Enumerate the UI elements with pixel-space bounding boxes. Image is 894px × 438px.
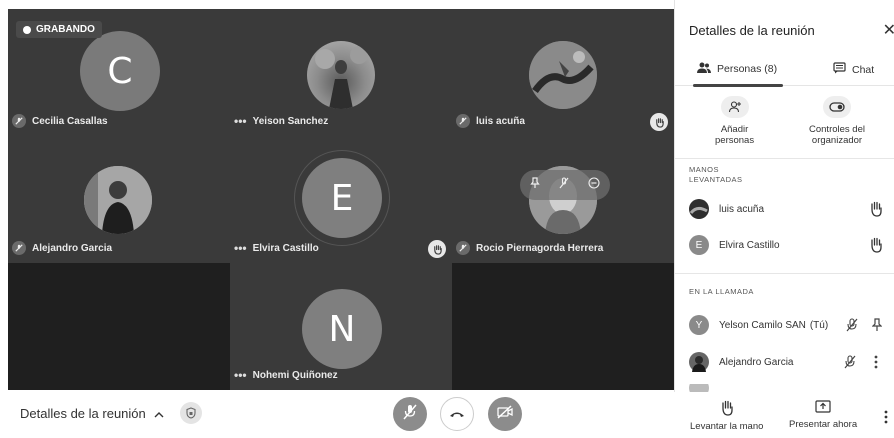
mic-off-icon: [12, 114, 26, 128]
participant-name: Yelson Camilo SAN...: [719, 319, 806, 331]
camera-off-icon: [497, 404, 513, 424]
avatar: C: [80, 31, 160, 111]
present-screen-icon: [815, 400, 831, 417]
participant-name-row: Cecilia Casallas: [12, 114, 108, 128]
participant-name: luis acuña: [476, 115, 525, 127]
raised-hand-icon: [650, 113, 668, 131]
avatar: E: [689, 235, 709, 255]
avatar: [689, 199, 709, 219]
avatar: [689, 384, 709, 392]
mute-participant-icon[interactable]: [559, 176, 569, 194]
self-tag: (Tú): [809, 319, 829, 331]
avatar: E: [302, 158, 382, 238]
video-tile[interactable]: ••• Yeison Sanchez: [230, 9, 452, 136]
panel-tabs: Personas (8) Chat: [675, 56, 894, 87]
active-tab-indicator: [693, 84, 783, 87]
divider: [675, 158, 894, 159]
section-label-in-call: EN LA LLAMADA: [689, 287, 754, 296]
avatar: [529, 41, 597, 109]
participant-name: Yeison Sanchez: [252, 115, 329, 127]
list-item[interactable]: Alejandro Garcia: [689, 350, 885, 374]
participant-name: luis acuña: [719, 203, 765, 215]
video-tile[interactable]: N ••• Nohemi Quiñonez: [230, 263, 452, 390]
section-label-raised-hands: MANOS LEVANTADAS: [689, 165, 743, 184]
panel-title: Detalles de la reunión: [689, 23, 815, 38]
raised-hand-icon: [867, 237, 885, 253]
remove-participant-icon[interactable]: [588, 176, 600, 194]
avatar: [307, 41, 375, 109]
participant-name: Elvira Castillo: [252, 242, 319, 254]
participant-name-row: ••• Nohemi Quiñonez: [234, 368, 338, 382]
mic-off-icon: [403, 404, 417, 425]
tile-hover-controls: [520, 170, 610, 200]
add-people-button[interactable]: Añadir personas: [715, 96, 754, 146]
participant-name: Nohemi Quiñonez: [252, 369, 338, 381]
present-now-button[interactable]: Presentar ahora: [789, 400, 857, 430]
video-tile[interactable]: Rocio Piernagorda Herrera: [452, 136, 674, 263]
camera-toggle-button[interactable]: [488, 397, 522, 431]
recording-badge: GRABANDO: [16, 21, 102, 38]
raised-hand-icon: [867, 201, 885, 217]
more-options-icon[interactable]: [884, 410, 888, 429]
add-person-icon: [720, 96, 749, 118]
raise-hand-button[interactable]: Levantar la mano: [690, 400, 763, 432]
participant-name: Alejandro Garcia: [32, 242, 113, 254]
meeting-details-panel: Detalles de la reunión ✕ Personas (8) Ch…: [674, 0, 894, 392]
security-shield-icon[interactable]: [180, 402, 202, 424]
avatar: [84, 166, 152, 234]
meeting-details-button[interactable]: Detalles de la reunión: [20, 406, 164, 421]
participant-name-row: Rocio Piernagorda Herrera: [456, 241, 603, 255]
participant-name: Cecilia Casallas: [32, 115, 108, 127]
people-icon: [697, 62, 711, 76]
video-tile[interactable]: Alejandro Garcia: [8, 136, 230, 263]
tab-chat[interactable]: Chat: [833, 62, 874, 77]
participant-name-row: ••• Elvira Castillo: [234, 241, 319, 255]
participant-name-row: Alejandro Garcia: [12, 241, 112, 255]
meet-window: C Cecilia Casallas ••• Yeison Sanchez lu…: [0, 0, 894, 438]
participant-name: Elvira Castillo: [719, 239, 780, 251]
mic-off-icon[interactable]: [844, 318, 860, 332]
more-options-icon[interactable]: •••: [234, 114, 247, 128]
participant-name-row: luis acuña: [456, 114, 525, 128]
leave-call-button[interactable]: [440, 397, 474, 431]
list-item-partial: [689, 384, 885, 392]
mic-off-icon[interactable]: [841, 355, 859, 369]
host-controls-button[interactable]: Controles del organizador: [809, 96, 865, 146]
raised-hand-icon: [428, 240, 446, 258]
chat-icon: [833, 62, 846, 77]
empty-tile: [452, 263, 674, 390]
toggle-icon: [822, 96, 851, 118]
participant-name: Rocio Piernagorda Herrera: [476, 242, 604, 254]
raise-hand-icon: [720, 400, 734, 419]
video-tile[interactable]: E ••• Elvira Castillo: [230, 136, 452, 263]
mic-off-icon: [456, 114, 470, 128]
chevron-up-icon: [154, 406, 164, 421]
recording-dot-icon: [23, 25, 31, 34]
avatar: Y: [689, 315, 709, 335]
close-icon[interactable]: ✕: [883, 20, 894, 40]
list-item[interactable]: Y Yelson Camilo SAN... (Tú): [689, 313, 885, 337]
divider: [675, 273, 894, 274]
more-options-icon[interactable]: [867, 355, 885, 369]
empty-tile: [8, 263, 230, 390]
mic-off-icon: [12, 241, 26, 255]
tab-people[interactable]: Personas (8): [697, 62, 777, 76]
bottom-toolbar: Detalles de la reunión Levantar la mano …: [0, 392, 894, 438]
list-item[interactable]: E Elvira Castillo: [689, 233, 885, 257]
participant-name: Alejandro Garcia: [719, 356, 794, 368]
participant-name-row: ••• Yeison Sanchez: [234, 114, 328, 128]
video-tile[interactable]: luis acuña: [452, 9, 674, 136]
mic-off-icon: [456, 241, 470, 255]
mic-toggle-button[interactable]: [393, 397, 427, 431]
avatar: N: [302, 289, 382, 369]
video-grid: C Cecilia Casallas ••• Yeison Sanchez lu…: [8, 9, 674, 390]
pin-icon[interactable]: [869, 318, 885, 332]
hang-up-icon: [449, 405, 465, 423]
more-options-icon[interactable]: •••: [234, 241, 247, 255]
list-item[interactable]: luis acuña: [689, 197, 885, 221]
avatar: [689, 352, 709, 372]
pin-icon[interactable]: [529, 176, 540, 194]
more-options-icon[interactable]: •••: [234, 368, 247, 382]
